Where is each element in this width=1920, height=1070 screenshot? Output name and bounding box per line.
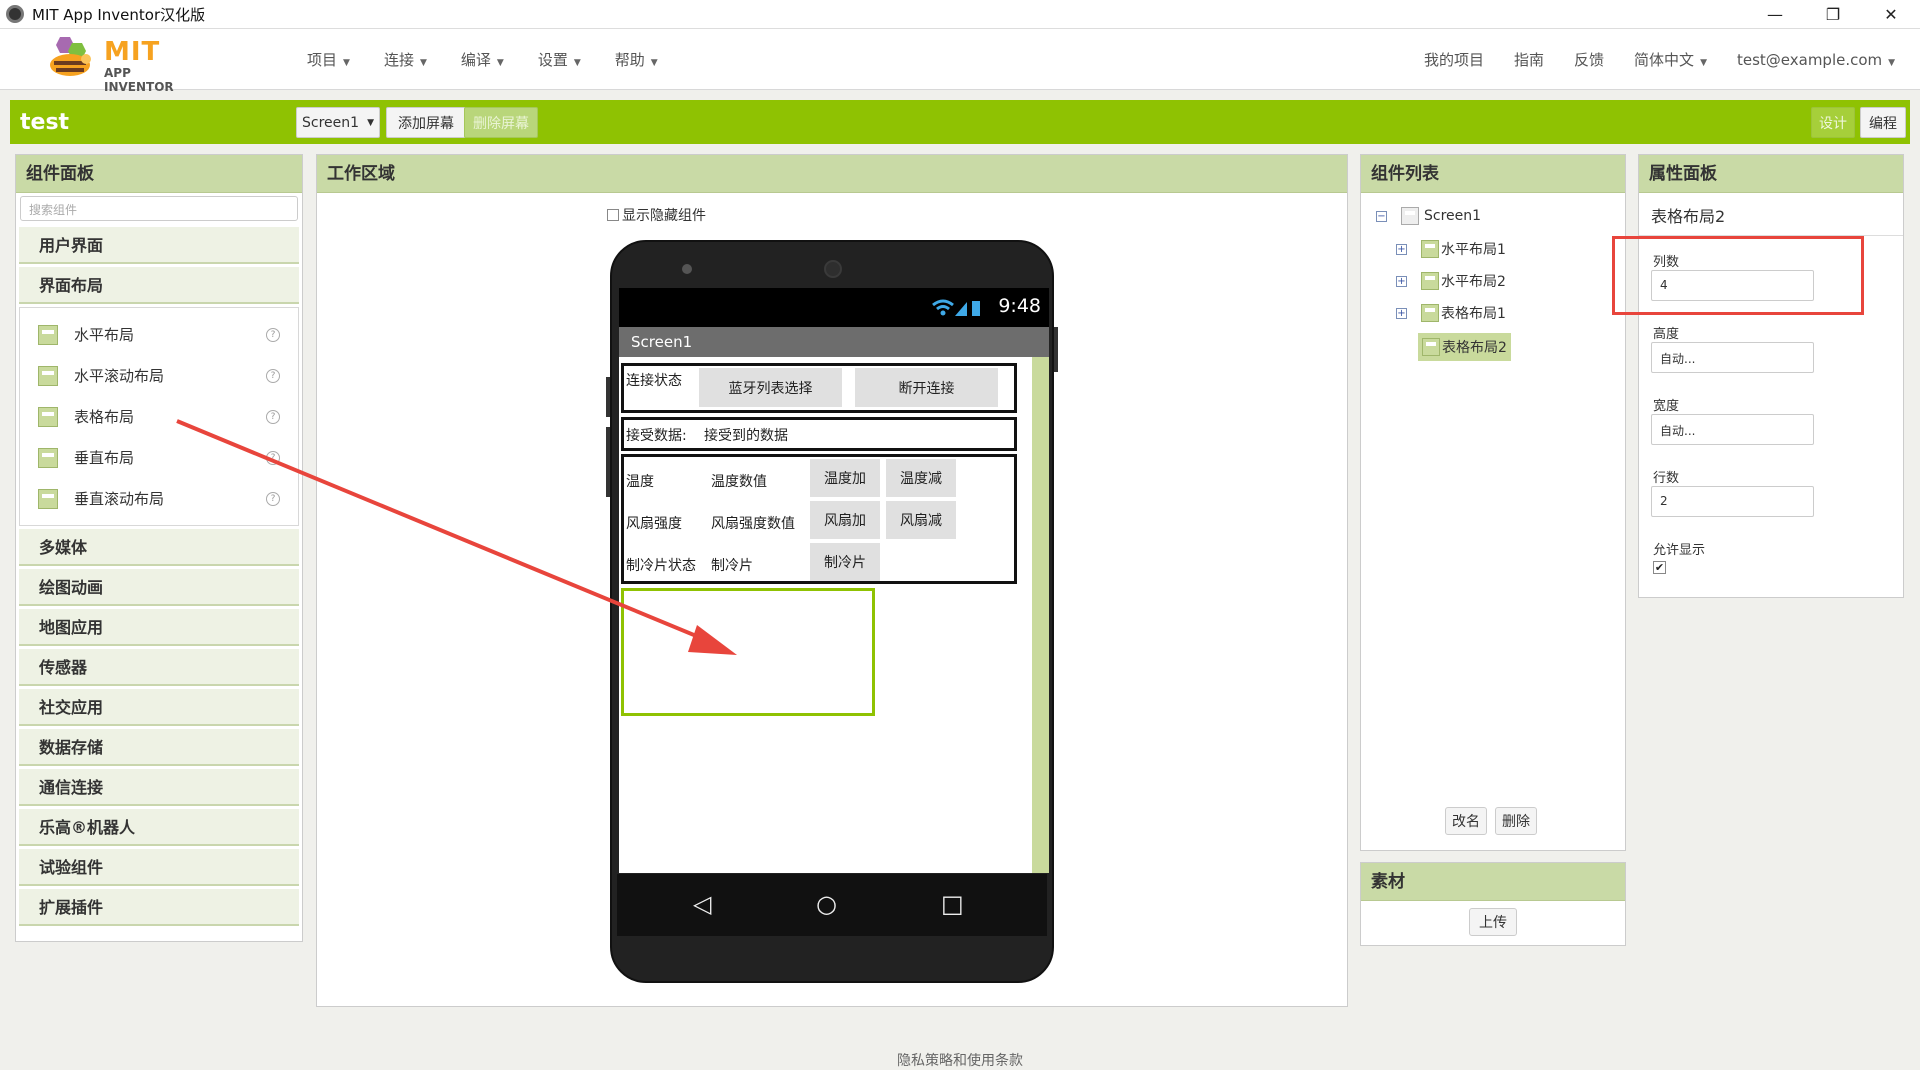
columns-highlight-box — [1612, 236, 1864, 315]
properties-title: 属性面板 — [1639, 155, 1903, 193]
screen-icon — [1401, 207, 1419, 225]
rows-label: 行数 — [1653, 471, 1680, 486]
tree-item-horizontal-arrangement-2[interactable]: + 水平布局2 — [1396, 271, 1506, 291]
components-title: 组件列表 — [1361, 155, 1625, 193]
media-title: 素材 — [1361, 863, 1625, 901]
selected-component-name: 表格布局2 — [1651, 207, 1726, 226]
delete-button[interactable]: 删除 — [1495, 807, 1537, 835]
rows-input[interactable]: 2 — [1651, 486, 1814, 517]
media-panel: 素材 上传 — [1360, 862, 1626, 946]
table-layout-icon — [1422, 338, 1440, 356]
upload-button[interactable]: 上传 — [1469, 908, 1517, 936]
tree-item-screen1[interactable]: − Screen1 — [1376, 207, 1481, 225]
tree-item-table-arrangement-1[interactable]: + 表格布局1 — [1396, 303, 1506, 323]
horizontal-layout-icon — [1421, 240, 1439, 258]
horizontal-layout-icon — [1421, 272, 1439, 290]
components-panel: 组件列表 − Screen1 + 水平布局1 + 水平布局2 + 表格布局1 表… — [1360, 154, 1626, 851]
rename-button[interactable]: 改名 — [1445, 807, 1487, 835]
height-label: 高度 — [1653, 327, 1680, 342]
height-input[interactable]: 自动... — [1651, 342, 1814, 373]
tree-item-horizontal-arrangement-1[interactable]: + 水平布局1 — [1396, 239, 1506, 259]
table-layout-icon — [1421, 304, 1439, 322]
width-label: 宽度 — [1653, 399, 1680, 414]
expand-icon[interactable]: + — [1396, 307, 1407, 319]
properties-panel: 属性面板 表格布局2 列数 4 高度 自动... 宽度 自动... 行数 2 允… — [1638, 154, 1904, 598]
visible-label: 允许显示 — [1653, 543, 1706, 558]
visible-checkbox[interactable]: ✔ — [1653, 561, 1666, 574]
width-input[interactable]: 自动... — [1651, 414, 1814, 445]
collapse-icon[interactable]: − — [1376, 210, 1387, 222]
privacy-footer-link[interactable]: 隐私策略和使用条款 — [0, 1050, 1920, 1070]
tree-item-table-arrangement-2[interactable]: 表格布局2 — [1418, 333, 1511, 361]
expand-icon[interactable]: + — [1396, 275, 1407, 287]
expand-icon[interactable]: + — [1396, 243, 1407, 255]
annotation-arrow — [176, 419, 737, 655]
